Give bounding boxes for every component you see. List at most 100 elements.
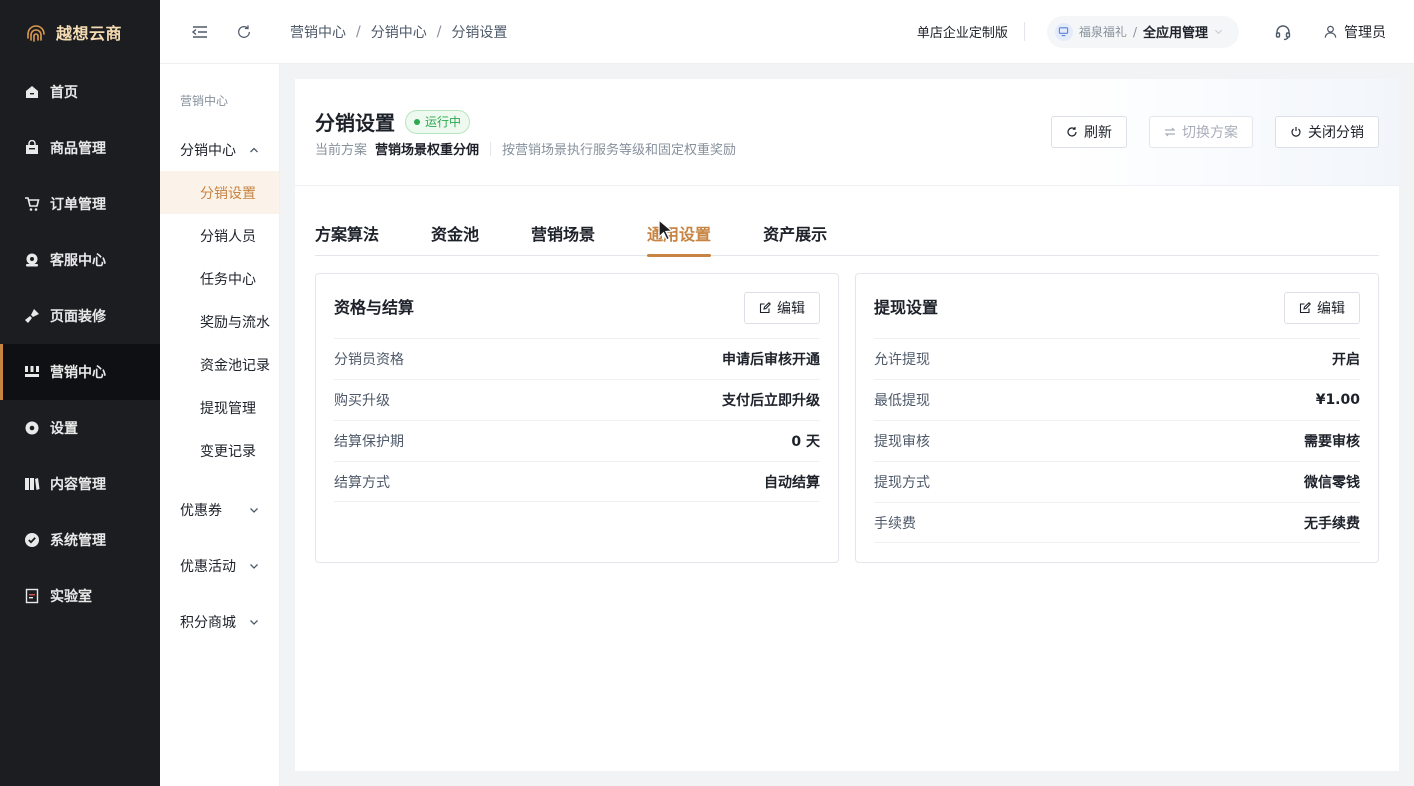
- tab-fund-pool[interactable]: 资金池: [431, 213, 479, 256]
- setting-value: 需要审核: [1304, 434, 1360, 450]
- submenu-item-fund-pool[interactable]: 资金池记录: [160, 343, 279, 386]
- submenu-group-coupons[interactable]: 优惠券: [160, 482, 279, 538]
- refresh-icon[interactable]: [234, 22, 254, 42]
- submenu-item-rewards[interactable]: 奖励与流水: [160, 300, 279, 343]
- submenu-group-label: 分销中心: [180, 142, 236, 159]
- main-sidebar: 越想云商 首页 商品管理 订单管理 客服中心 页面装修 营销中心 设置 内容管理…: [0, 0, 160, 786]
- switch-plan-button[interactable]: 切换方案: [1149, 116, 1253, 148]
- nav-settings[interactable]: 设置: [0, 400, 160, 456]
- breadcrumb-separator: /: [436, 23, 442, 40]
- edit-icon: [759, 302, 771, 314]
- submenu-group-label: 优惠活动: [180, 559, 236, 575]
- submenu-item-distributors[interactable]: 分销人员: [160, 214, 279, 257]
- brush-icon: [24, 308, 40, 324]
- setting-value: 开启: [1332, 352, 1360, 368]
- setting-key: 手续费: [874, 515, 916, 532]
- submenu-group-label: 积分商城: [180, 615, 236, 631]
- setting-row: 购买升级 支付后立即升级: [334, 379, 820, 420]
- app-switcher[interactable]: 福泉福礼 / 全应用管理: [1046, 15, 1239, 48]
- nav-home[interactable]: 首页: [0, 64, 160, 120]
- setting-key: 购买升级: [334, 393, 390, 409]
- setting-value: 申请后审核开通: [722, 352, 820, 368]
- submenu-group-points-mall[interactable]: 积分商城: [160, 594, 279, 650]
- edit-button[interactable]: 编辑: [1284, 292, 1360, 324]
- submenu-group-distribution[interactable]: 分销中心: [160, 128, 279, 171]
- page-title: 分销设置: [315, 111, 395, 135]
- tab-plan-algorithm[interactable]: 方案算法: [315, 213, 379, 256]
- logo[interactable]: 越想云商: [0, 0, 160, 64]
- nav-lab[interactable]: 实验室: [0, 568, 160, 624]
- setting-row: 允许提现 开启: [874, 338, 1360, 379]
- content-icon: [24, 476, 40, 492]
- edit-button-label: 编辑: [1317, 301, 1345, 317]
- setting-row: 提现方式 微信零钱: [874, 461, 1360, 502]
- main-content: 分销设置 运行中 当前方案 营销场景权重分佣 按营销场景执行服务等级和固定权重奖…: [295, 79, 1399, 771]
- collapse-menu-icon[interactable]: [190, 22, 210, 42]
- edit-button-label: 编辑: [777, 301, 805, 317]
- breadcrumb-item[interactable]: 分销中心: [371, 22, 427, 42]
- nav-decoration[interactable]: 页面装修: [0, 288, 160, 344]
- headset-icon[interactable]: [1273, 22, 1293, 42]
- user-menu[interactable]: 管理员: [1323, 22, 1386, 42]
- submenu-header: 营销中心: [180, 94, 229, 108]
- submenu-group-label: 优惠券: [180, 503, 222, 519]
- edition-label: 单店企业定制版: [917, 22, 1025, 41]
- nav-products[interactable]: 商品管理: [0, 120, 160, 176]
- submenu-group-promotions[interactable]: 优惠活动: [160, 538, 279, 594]
- nav-label: 首页: [50, 85, 78, 101]
- tab-marketing-scenes[interactable]: 营销场景: [531, 213, 595, 256]
- setting-row: 手续费 无手续费: [874, 502, 1360, 543]
- cart-icon: [24, 196, 40, 212]
- secondary-menu: 营销中心 分销中心 分销设置 分销人员 任务中心 奖励与流水 资金池记录 提现管…: [160, 64, 280, 786]
- submenu-item-distribution-settings[interactable]: 分销设置: [160, 171, 279, 214]
- nav-label: 实验室: [50, 589, 92, 605]
- app-name: 越想云商: [56, 24, 123, 43]
- setting-key: 提现审核: [874, 434, 930, 450]
- nav-system[interactable]: 系统管理: [0, 512, 160, 568]
- withdrawal-settings-panel: 提现设置 编辑 允许提现 开启 最低提现 ¥1.00 提现审核 需要审核 提现方式 微信…: [855, 273, 1379, 563]
- shop-icon: [24, 140, 40, 156]
- org-name: 福泉福礼: [1078, 25, 1127, 39]
- submenu-item-withdrawals[interactable]: 提现管理: [160, 386, 279, 429]
- tab-asset-display[interactable]: 资产展示: [763, 213, 827, 256]
- nav-label: 商品管理: [50, 141, 106, 157]
- nav-orders[interactable]: 订单管理: [0, 176, 160, 232]
- nav-marketing[interactable]: 营销中心: [0, 344, 160, 400]
- swap-icon: [1164, 127, 1176, 137]
- switch-plan-button-label: 切换方案: [1182, 125, 1238, 141]
- user-icon: [1324, 25, 1337, 38]
- lab-icon: [24, 588, 40, 604]
- edit-button[interactable]: 编辑: [744, 292, 820, 324]
- marketing-icon: [24, 364, 40, 380]
- chevron-down-icon: [250, 508, 258, 513]
- refresh-button[interactable]: 刷新: [1051, 116, 1127, 148]
- nav-label: 页面装修: [50, 309, 106, 325]
- chevron-down-icon: [1214, 29, 1223, 35]
- chevron-down-icon: [250, 564, 258, 569]
- setting-key: 结算方式: [334, 474, 390, 491]
- logo-icon: [24, 20, 48, 44]
- setting-key: 分销员资格: [334, 352, 404, 368]
- refresh-button-label: 刷新: [1084, 125, 1112, 141]
- setting-value: 自动结算: [764, 474, 820, 491]
- close-distribution-button[interactable]: 关闭分销: [1275, 116, 1379, 148]
- divider: [490, 141, 492, 156]
- app-scope: 全应用管理: [1142, 26, 1208, 41]
- nav-content[interactable]: 内容管理: [0, 456, 160, 512]
- monitor-icon: [1054, 22, 1073, 41]
- submenu-item-changelog[interactable]: 变更记录: [160, 429, 279, 472]
- setting-key: 提现方式: [874, 475, 930, 491]
- nav-support[interactable]: 客服中心: [0, 232, 160, 288]
- submenu-item-tasks[interactable]: 任务中心: [160, 257, 279, 300]
- chevron-up-icon: [250, 147, 258, 152]
- setting-key: 允许提现: [874, 352, 930, 368]
- setting-key: 最低提现: [874, 393, 930, 409]
- tab-bar: 方案算法 资金池 营销场景 通用设置 资产展示: [315, 213, 1379, 257]
- support-icon: [24, 252, 40, 268]
- setting-value: 无手续费: [1304, 515, 1360, 532]
- setting-row: 结算方式 自动结算: [334, 461, 820, 502]
- nav-label: 系统管理: [50, 533, 106, 549]
- breadcrumb-item[interactable]: 营销中心: [290, 22, 346, 42]
- plan-info: 当前方案 营销场景权重分佣 按营销场景执行服务等级和固定权重奖励: [315, 139, 736, 158]
- page-header: 分销设置 运行中 当前方案 营销场景权重分佣 按营销场景执行服务等级和固定权重奖…: [295, 79, 1399, 186]
